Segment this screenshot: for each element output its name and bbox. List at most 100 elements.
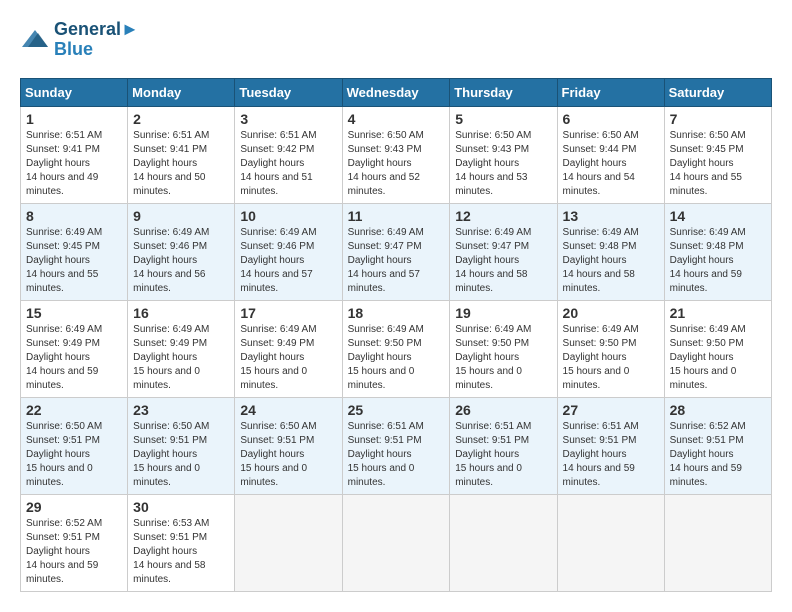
day-number: 24 [240, 402, 336, 418]
day-number: 14 [670, 208, 766, 224]
day-number: 20 [563, 305, 659, 321]
day-info: Sunrise: 6:53 AM Sunset: 9:51 PM Dayligh… [133, 517, 229, 587]
day-info: Sunrise: 6:50 AM Sunset: 9:43 PM Dayligh… [455, 129, 551, 199]
day-number: 4 [348, 111, 445, 127]
calendar-day-cell: 11 Sunrise: 6:49 AM Sunset: 9:47 PM Dayl… [342, 203, 450, 300]
day-number: 16 [133, 305, 229, 321]
day-number: 18 [348, 305, 445, 321]
weekday-header-cell: Saturday [664, 78, 771, 106]
day-info: Sunrise: 6:49 AM Sunset: 9:50 PM Dayligh… [670, 323, 766, 393]
calendar-day-cell: 22 Sunrise: 6:50 AM Sunset: 9:51 PM Dayl… [21, 397, 128, 494]
day-info: Sunrise: 6:51 AM Sunset: 9:51 PM Dayligh… [455, 420, 551, 490]
logo: General► Blue [20, 20, 139, 60]
day-number: 19 [455, 305, 551, 321]
calendar-day-cell: 17 Sunrise: 6:49 AM Sunset: 9:49 PM Dayl… [235, 300, 342, 397]
day-info: Sunrise: 6:50 AM Sunset: 9:51 PM Dayligh… [133, 420, 229, 490]
calendar-week-row: 8 Sunrise: 6:49 AM Sunset: 9:45 PM Dayli… [21, 203, 772, 300]
logo-icon [20, 25, 50, 55]
day-info: Sunrise: 6:49 AM Sunset: 9:50 PM Dayligh… [348, 323, 445, 393]
calendar-week-row: 22 Sunrise: 6:50 AM Sunset: 9:51 PM Dayl… [21, 397, 772, 494]
calendar-day-cell: 8 Sunrise: 6:49 AM Sunset: 9:45 PM Dayli… [21, 203, 128, 300]
day-number: 3 [240, 111, 336, 127]
weekday-header-cell: Monday [128, 78, 235, 106]
day-info: Sunrise: 6:51 AM Sunset: 9:51 PM Dayligh… [348, 420, 445, 490]
day-number: 11 [348, 208, 445, 224]
day-info: Sunrise: 6:50 AM Sunset: 9:45 PM Dayligh… [670, 129, 766, 199]
calendar-day-cell: 30 Sunrise: 6:53 AM Sunset: 9:51 PM Dayl… [128, 494, 235, 591]
day-number: 13 [563, 208, 659, 224]
weekday-header-cell: Wednesday [342, 78, 450, 106]
calendar-day-cell: 16 Sunrise: 6:49 AM Sunset: 9:49 PM Dayl… [128, 300, 235, 397]
day-info: Sunrise: 6:49 AM Sunset: 9:45 PM Dayligh… [26, 226, 122, 296]
day-info: Sunrise: 6:49 AM Sunset: 9:49 PM Dayligh… [26, 323, 122, 393]
day-number: 30 [133, 499, 229, 515]
weekday-header-cell: Friday [557, 78, 664, 106]
day-info: Sunrise: 6:52 AM Sunset: 9:51 PM Dayligh… [670, 420, 766, 490]
day-number: 2 [133, 111, 229, 127]
calendar-day-cell: 25 Sunrise: 6:51 AM Sunset: 9:51 PM Dayl… [342, 397, 450, 494]
calendar-day-cell: 4 Sunrise: 6:50 AM Sunset: 9:43 PM Dayli… [342, 106, 450, 203]
calendar-day-cell: 7 Sunrise: 6:50 AM Sunset: 9:45 PM Dayli… [664, 106, 771, 203]
day-number: 7 [670, 111, 766, 127]
day-number: 27 [563, 402, 659, 418]
day-number: 1 [26, 111, 122, 127]
day-number: 17 [240, 305, 336, 321]
calendar-day-cell [342, 494, 450, 591]
day-info: Sunrise: 6:49 AM Sunset: 9:48 PM Dayligh… [670, 226, 766, 296]
day-info: Sunrise: 6:50 AM Sunset: 9:51 PM Dayligh… [240, 420, 336, 490]
calendar-day-cell: 1 Sunrise: 6:51 AM Sunset: 9:41 PM Dayli… [21, 106, 128, 203]
calendar-day-cell: 12 Sunrise: 6:49 AM Sunset: 9:47 PM Dayl… [450, 203, 557, 300]
day-info: Sunrise: 6:51 AM Sunset: 9:51 PM Dayligh… [563, 420, 659, 490]
day-number: 22 [26, 402, 122, 418]
calendar-day-cell: 20 Sunrise: 6:49 AM Sunset: 9:50 PM Dayl… [557, 300, 664, 397]
day-info: Sunrise: 6:51 AM Sunset: 9:42 PM Dayligh… [240, 129, 336, 199]
day-info: Sunrise: 6:49 AM Sunset: 9:47 PM Dayligh… [455, 226, 551, 296]
day-info: Sunrise: 6:50 AM Sunset: 9:44 PM Dayligh… [563, 129, 659, 199]
calendar-day-cell: 24 Sunrise: 6:50 AM Sunset: 9:51 PM Dayl… [235, 397, 342, 494]
calendar-day-cell: 21 Sunrise: 6:49 AM Sunset: 9:50 PM Dayl… [664, 300, 771, 397]
calendar-day-cell: 27 Sunrise: 6:51 AM Sunset: 9:51 PM Dayl… [557, 397, 664, 494]
calendar-day-cell: 18 Sunrise: 6:49 AM Sunset: 9:50 PM Dayl… [342, 300, 450, 397]
day-info: Sunrise: 6:49 AM Sunset: 9:49 PM Dayligh… [240, 323, 336, 393]
day-info: Sunrise: 6:49 AM Sunset: 9:46 PM Dayligh… [133, 226, 229, 296]
calendar-day-cell: 23 Sunrise: 6:50 AM Sunset: 9:51 PM Dayl… [128, 397, 235, 494]
calendar-day-cell: 9 Sunrise: 6:49 AM Sunset: 9:46 PM Dayli… [128, 203, 235, 300]
day-info: Sunrise: 6:49 AM Sunset: 9:46 PM Dayligh… [240, 226, 336, 296]
logo-text: General► Blue [54, 20, 139, 60]
day-info: Sunrise: 6:49 AM Sunset: 9:48 PM Dayligh… [563, 226, 659, 296]
day-number: 28 [670, 402, 766, 418]
calendar-day-cell: 15 Sunrise: 6:49 AM Sunset: 9:49 PM Dayl… [21, 300, 128, 397]
day-info: Sunrise: 6:52 AM Sunset: 9:51 PM Dayligh… [26, 517, 122, 587]
calendar-day-cell: 6 Sunrise: 6:50 AM Sunset: 9:44 PM Dayli… [557, 106, 664, 203]
calendar-day-cell: 10 Sunrise: 6:49 AM Sunset: 9:46 PM Dayl… [235, 203, 342, 300]
calendar-body: 1 Sunrise: 6:51 AM Sunset: 9:41 PM Dayli… [21, 106, 772, 591]
calendar-week-row: 29 Sunrise: 6:52 AM Sunset: 9:51 PM Dayl… [21, 494, 772, 591]
calendar-day-cell: 26 Sunrise: 6:51 AM Sunset: 9:51 PM Dayl… [450, 397, 557, 494]
calendar-day-cell [235, 494, 342, 591]
day-info: Sunrise: 6:49 AM Sunset: 9:50 PM Dayligh… [455, 323, 551, 393]
calendar-day-cell: 13 Sunrise: 6:49 AM Sunset: 9:48 PM Dayl… [557, 203, 664, 300]
calendar-day-cell: 3 Sunrise: 6:51 AM Sunset: 9:42 PM Dayli… [235, 106, 342, 203]
calendar-day-cell [450, 494, 557, 591]
day-number: 25 [348, 402, 445, 418]
day-number: 21 [670, 305, 766, 321]
day-info: Sunrise: 6:49 AM Sunset: 9:49 PM Dayligh… [133, 323, 229, 393]
day-info: Sunrise: 6:50 AM Sunset: 9:51 PM Dayligh… [26, 420, 122, 490]
calendar-day-cell: 2 Sunrise: 6:51 AM Sunset: 9:41 PM Dayli… [128, 106, 235, 203]
weekday-header-cell: Thursday [450, 78, 557, 106]
calendar-day-cell: 14 Sunrise: 6:49 AM Sunset: 9:48 PM Dayl… [664, 203, 771, 300]
calendar-day-cell: 29 Sunrise: 6:52 AM Sunset: 9:51 PM Dayl… [21, 494, 128, 591]
weekday-header-row: SundayMondayTuesdayWednesdayThursdayFrid… [21, 78, 772, 106]
day-number: 6 [563, 111, 659, 127]
day-number: 23 [133, 402, 229, 418]
day-info: Sunrise: 6:50 AM Sunset: 9:43 PM Dayligh… [348, 129, 445, 199]
day-info: Sunrise: 6:51 AM Sunset: 9:41 PM Dayligh… [26, 129, 122, 199]
calendar-day-cell: 19 Sunrise: 6:49 AM Sunset: 9:50 PM Dayl… [450, 300, 557, 397]
day-number: 9 [133, 208, 229, 224]
calendar-day-cell: 28 Sunrise: 6:52 AM Sunset: 9:51 PM Dayl… [664, 397, 771, 494]
calendar-table: SundayMondayTuesdayWednesdayThursdayFrid… [20, 78, 772, 592]
day-number: 15 [26, 305, 122, 321]
day-info: Sunrise: 6:51 AM Sunset: 9:41 PM Dayligh… [133, 129, 229, 199]
day-number: 5 [455, 111, 551, 127]
weekday-header-cell: Sunday [21, 78, 128, 106]
